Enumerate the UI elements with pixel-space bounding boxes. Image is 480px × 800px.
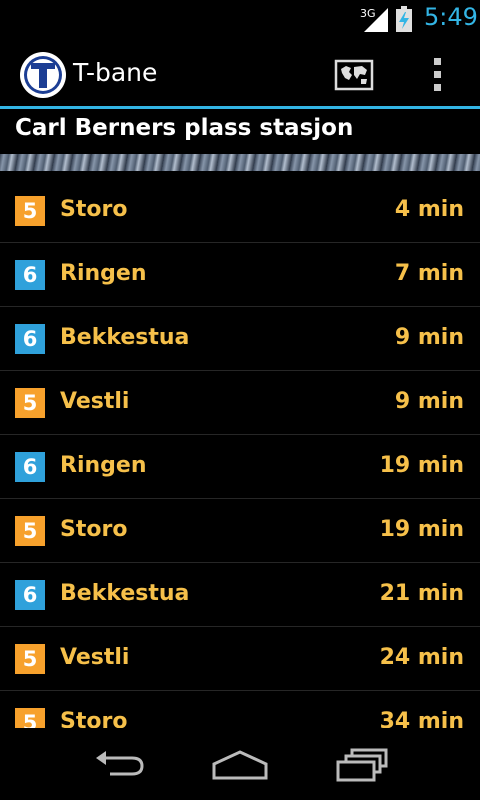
destination-label: Storo xyxy=(60,709,128,728)
eta-label: 4 min xyxy=(394,197,464,222)
station-banner-image xyxy=(0,154,480,171)
station-title: Carl Berners plass stasjon xyxy=(15,115,354,141)
status-bar: 3G 5:49 xyxy=(0,0,480,38)
destination-label: Storo xyxy=(60,197,128,222)
eta-label: 19 min xyxy=(379,453,464,478)
back-icon[interactable] xyxy=(92,748,148,782)
destination-label: Ringen xyxy=(60,261,147,286)
departure-row[interactable]: 5 Storo 34 min xyxy=(0,691,480,728)
destination-label: Storo xyxy=(60,517,128,542)
destination-label: Vestli xyxy=(60,389,130,414)
line-badge: 5 xyxy=(15,708,45,728)
departure-row[interactable]: 5 Storo 4 min xyxy=(0,179,480,243)
line-badge: 6 xyxy=(15,260,45,290)
departures-list[interactable]: 5 Storo 4 min 6 Ringen 7 min 6 Bekkestua 9 min 5 V… xyxy=(0,179,480,728)
line-badge: 5 xyxy=(15,644,45,674)
line-badge: 5 xyxy=(15,388,45,418)
action-bar xyxy=(0,38,480,108)
line-badge: 6 xyxy=(15,580,45,610)
signal-icon xyxy=(364,8,388,32)
destination-label: Ringen xyxy=(60,453,147,478)
line-badge: 5 xyxy=(15,516,45,546)
destination-label: Bekkestua xyxy=(60,581,190,606)
departure-row[interactable]: 6 Ringen 19 min xyxy=(0,435,480,499)
eta-label: 24 min xyxy=(379,645,464,670)
departure-row[interactable]: 6 Ringen 7 min xyxy=(0,243,480,307)
eta-label: 7 min xyxy=(394,261,464,286)
map-icon[interactable] xyxy=(334,58,374,92)
battery-charging-icon xyxy=(396,6,412,32)
destination-label: Bekkestua xyxy=(60,325,190,350)
clock-time: 5:49 xyxy=(424,3,478,31)
eta-label: 34 min xyxy=(379,709,464,728)
departure-row[interactable]: 5 Vestli 9 min xyxy=(0,371,480,435)
eta-label: 9 min xyxy=(394,389,464,414)
departure-row[interactable]: 6 Bekkestua 21 min xyxy=(0,563,480,627)
destination-label: Vestli xyxy=(60,645,130,670)
home-icon[interactable] xyxy=(210,748,270,782)
line-badge: 6 xyxy=(15,452,45,482)
departure-row[interactable]: 5 Vestli 24 min xyxy=(0,627,480,691)
departure-row[interactable]: 6 Bekkestua 9 min xyxy=(0,307,480,371)
eta-label: 9 min xyxy=(394,325,464,350)
recent-apps-icon[interactable] xyxy=(334,748,390,782)
eta-label: 19 min xyxy=(379,517,464,542)
departure-row[interactable]: 5 Storo 19 min xyxy=(0,499,480,563)
action-bar-divider xyxy=(0,106,480,109)
line-badge: 5 xyxy=(15,196,45,226)
overflow-menu-icon[interactable] xyxy=(425,56,449,94)
eta-label: 21 min xyxy=(379,581,464,606)
app-title: T-bane xyxy=(73,58,158,87)
app-logo-icon[interactable] xyxy=(19,51,67,99)
line-badge: 6 xyxy=(15,324,45,354)
